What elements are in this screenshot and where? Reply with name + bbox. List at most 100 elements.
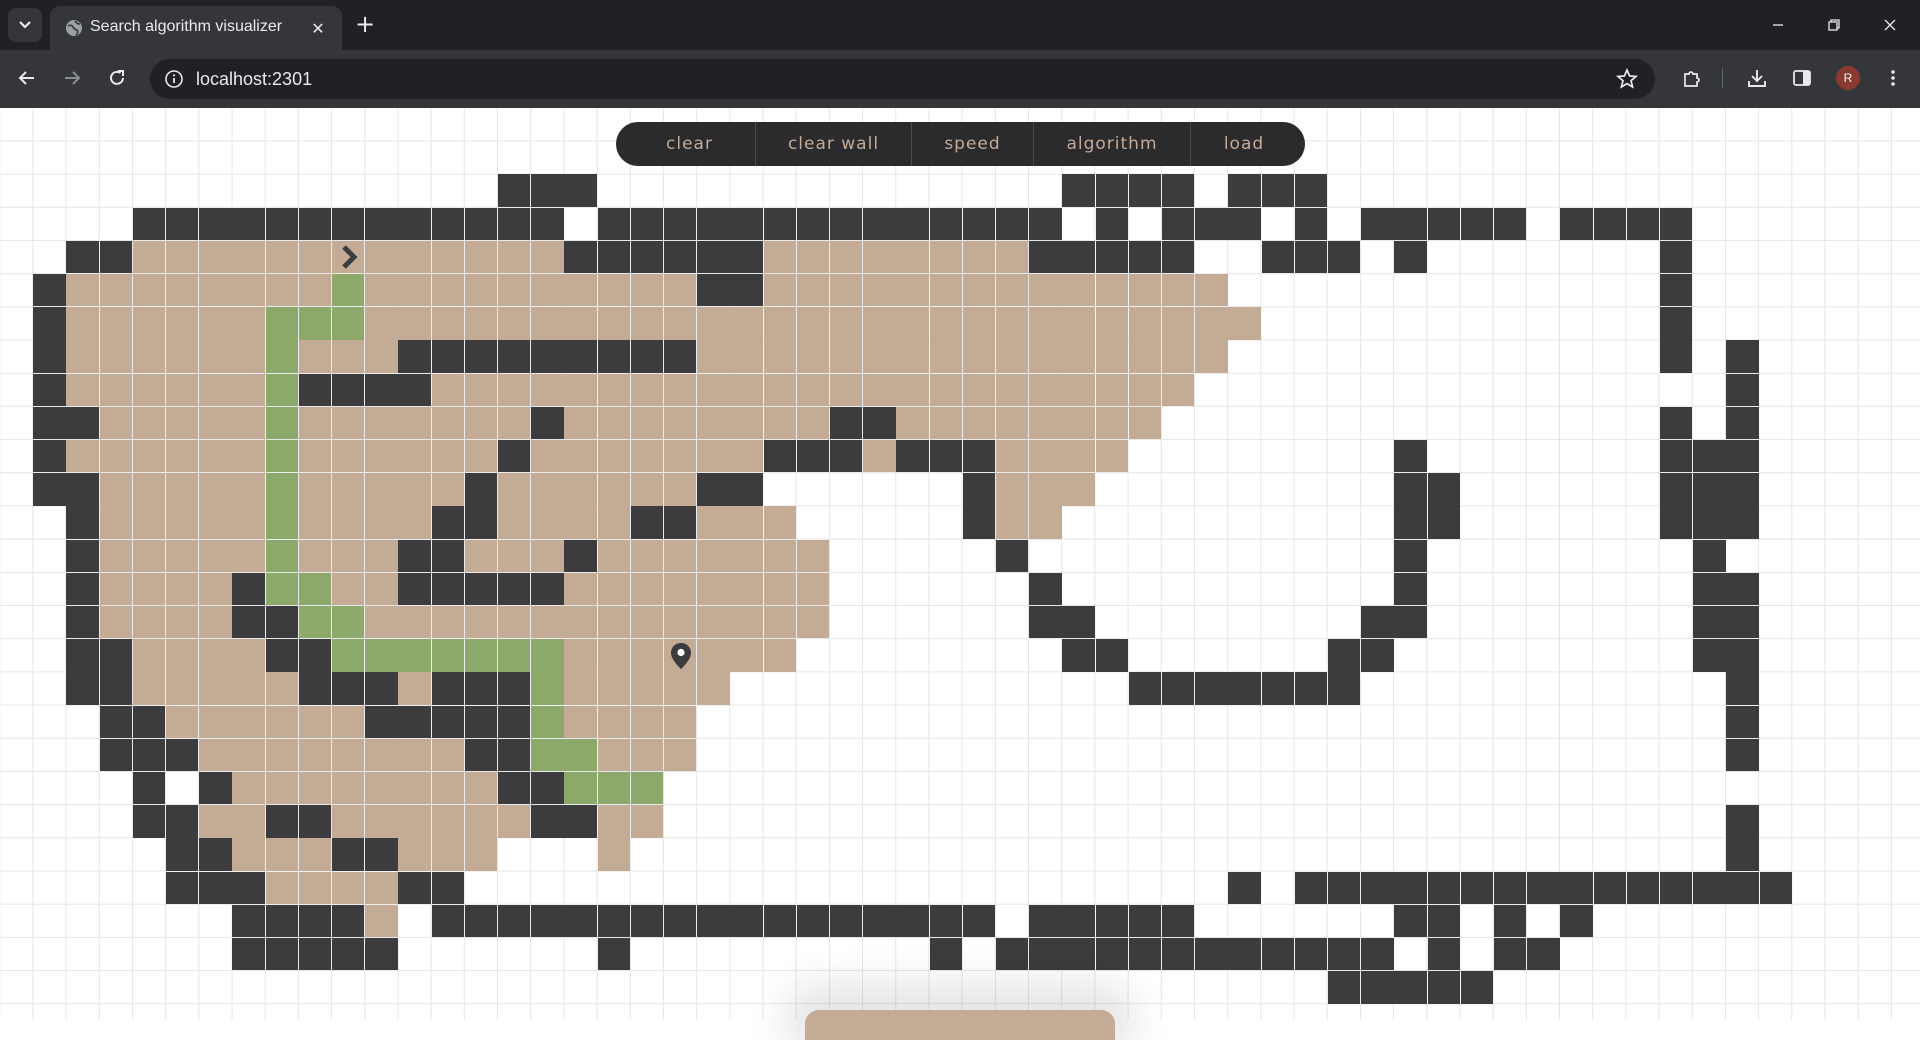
visited-cell[interactable] (1195, 340, 1228, 373)
visited-cell[interactable] (697, 440, 730, 473)
path-cell[interactable] (332, 274, 365, 307)
visited-cell[interactable] (132, 672, 166, 705)
wall-cell[interactable] (498, 340, 531, 373)
visited-cell[interactable] (498, 373, 531, 406)
visited-cell[interactable] (199, 705, 232, 738)
wall-cell[interactable] (597, 207, 630, 240)
wall-cell[interactable] (697, 207, 730, 240)
wall-cell[interactable] (996, 938, 1029, 971)
wall-cell[interactable] (298, 672, 332, 705)
wall-cell[interactable] (498, 207, 531, 240)
bottom-drawer[interactable] (805, 1010, 1115, 1040)
visited-cell[interactable] (132, 572, 166, 606)
visited-cell[interactable] (166, 639, 199, 672)
visited-cell[interactable] (132, 539, 166, 572)
info-icon[interactable] (164, 69, 184, 89)
wall-cell[interactable] (365, 672, 398, 705)
wall-cell[interactable] (1261, 240, 1294, 274)
wall-cell[interactable] (464, 572, 498, 606)
visited-cell[interactable] (464, 606, 498, 639)
wall-cell[interactable] (1660, 440, 1693, 473)
wall-cell[interactable] (66, 473, 99, 506)
visited-cell[interactable] (597, 274, 630, 307)
visited-cell[interactable] (863, 340, 896, 373)
wall-cell[interactable] (796, 904, 830, 938)
visited-cell[interactable] (99, 307, 132, 340)
visited-cell[interactable] (431, 738, 464, 772)
visited-cell[interactable] (199, 805, 232, 838)
visited-cell[interactable] (398, 506, 431, 539)
wall-cell[interactable] (1062, 904, 1095, 938)
visited-cell[interactable] (298, 440, 332, 473)
visited-cell[interactable] (99, 539, 132, 572)
visited-cell[interactable] (232, 639, 265, 672)
visited-cell[interactable] (66, 274, 99, 307)
wall-cell[interactable] (1660, 506, 1693, 539)
wall-cell[interactable] (1660, 473, 1693, 506)
visited-cell[interactable] (564, 572, 597, 606)
visited-cell[interactable] (863, 373, 896, 406)
visited-cell[interactable] (1128, 307, 1162, 340)
wall-cell[interactable] (1162, 207, 1195, 240)
visited-cell[interactable] (431, 805, 464, 838)
clear-wall-button[interactable]: clear wall (756, 122, 912, 166)
wall-cell[interactable] (1195, 938, 1228, 971)
wall-cell[interactable] (1128, 240, 1162, 274)
wall-cell[interactable] (1394, 207, 1427, 240)
visited-cell[interactable] (962, 406, 996, 440)
wall-cell[interactable] (664, 240, 697, 274)
visited-cell[interactable] (664, 606, 697, 639)
visited-cell[interactable] (630, 805, 664, 838)
visited-cell[interactable] (763, 274, 796, 307)
wall-cell[interactable] (1394, 240, 1427, 274)
visited-cell[interactable] (365, 307, 398, 340)
wall-cell[interactable] (697, 274, 730, 307)
visited-cell[interactable] (597, 606, 630, 639)
wall-cell[interactable] (597, 904, 630, 938)
wall-cell[interactable] (498, 904, 531, 938)
visited-cell[interactable] (99, 572, 132, 606)
visited-cell[interactable] (896, 373, 929, 406)
visited-cell[interactable] (332, 772, 365, 805)
visited-cell[interactable] (597, 506, 630, 539)
wall-cell[interactable] (298, 639, 332, 672)
visited-cell[interactable] (99, 506, 132, 539)
wall-cell[interactable] (265, 805, 298, 838)
wall-cell[interactable] (1294, 871, 1328, 904)
wall-cell[interactable] (498, 772, 531, 805)
wall-cell[interactable] (1361, 639, 1394, 672)
wall-cell[interactable] (1029, 938, 1062, 971)
visited-cell[interactable] (630, 373, 664, 406)
wall-cell[interactable] (863, 904, 896, 938)
visited-cell[interactable] (531, 274, 564, 307)
visited-cell[interactable] (929, 406, 962, 440)
wall-cell[interactable] (1693, 473, 1726, 506)
wall-cell[interactable] (199, 838, 232, 871)
visited-cell[interactable] (1162, 274, 1195, 307)
visited-cell[interactable] (597, 473, 630, 506)
wall-cell[interactable] (1759, 871, 1792, 904)
browser-tab[interactable]: Search algorithm visualizer ✕ (50, 6, 342, 50)
visited-cell[interactable] (298, 705, 332, 738)
visited-cell[interactable] (597, 572, 630, 606)
back-button[interactable] (10, 61, 44, 95)
visualizer-canvas[interactable] (0, 108, 1920, 1020)
visited-cell[interactable] (166, 240, 199, 274)
path-cell[interactable] (265, 373, 298, 406)
wall-cell[interactable] (1726, 639, 1759, 672)
visited-cell[interactable] (398, 838, 431, 871)
visited-cell[interactable] (697, 373, 730, 406)
visited-cell[interactable] (265, 672, 298, 705)
visited-cell[interactable] (398, 772, 431, 805)
wall-cell[interactable] (962, 440, 996, 473)
visited-cell[interactable] (166, 307, 199, 340)
wall-cell[interactable] (332, 838, 365, 871)
wall-cell[interactable] (1029, 240, 1062, 274)
visited-cell[interactable] (132, 440, 166, 473)
visited-cell[interactable] (1228, 307, 1261, 340)
wall-cell[interactable] (99, 738, 132, 772)
visited-cell[interactable] (232, 274, 265, 307)
wall-cell[interactable] (929, 440, 962, 473)
visited-cell[interactable] (199, 639, 232, 672)
wall-cell[interactable] (33, 307, 66, 340)
